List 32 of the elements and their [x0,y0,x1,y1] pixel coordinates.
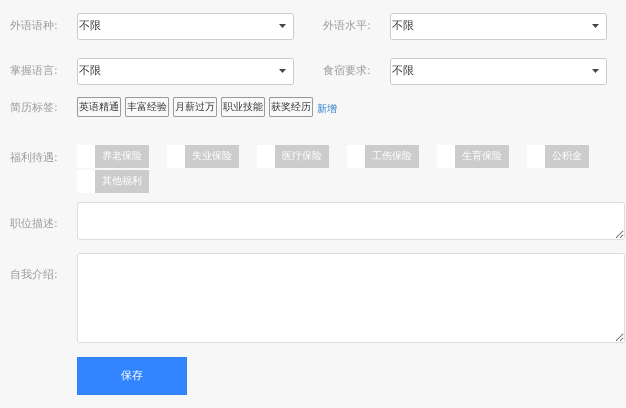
field-label: 外语语种: [10,18,59,34]
text-area[interactable] [77,253,625,343]
tag[interactable]: 丰富经验 [125,97,169,117]
dropdown[interactable]: 不限 [77,13,294,40]
checkbox[interactable] [77,170,95,193]
field-label: 福利待遇: [10,150,59,166]
field-label: 自我介绍: [10,267,59,283]
dropdown[interactable]: 不限 [390,58,607,85]
field-label: 简历标签: [10,100,59,116]
add-link[interactable]: 新增 [317,102,337,117]
checkbox[interactable] [527,145,545,168]
checkbox[interactable] [257,145,275,168]
tag[interactable]: 月薪过万 [173,97,217,117]
save-button[interactable]: 保存 [77,357,187,395]
checkbox[interactable] [437,145,455,168]
dropdown[interactable]: 不限 [77,58,294,85]
field-label: 外语水平: [323,18,372,34]
caret-icon [592,69,599,73]
caret-icon [592,24,599,28]
dropdown[interactable]: 不限 [390,13,607,40]
checkbox[interactable] [167,145,185,168]
tag[interactable]: 英语精通 [77,97,121,117]
field-label: 掌握语言: [10,63,59,80]
field-label: 食宿要求: [323,63,372,80]
tag[interactable]: 获奖经历 [269,97,313,117]
text-area[interactable] [77,202,625,240]
checkbox[interactable] [77,145,95,168]
field-label: 职位描述: [10,216,59,232]
tag[interactable]: 职业技能 [221,97,265,117]
caret-icon [279,24,286,28]
caret-icon [279,69,286,73]
checkbox[interactable] [347,145,365,168]
